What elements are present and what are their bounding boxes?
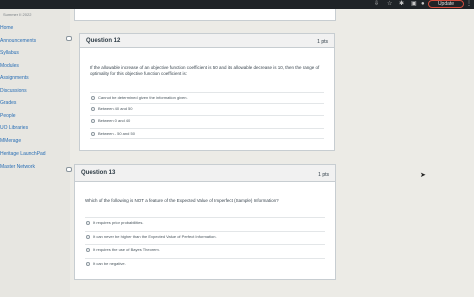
answer-label[interactable]: Between 40 and 50 xyxy=(98,106,132,111)
question-header: Question 12 1 pts xyxy=(80,34,334,48)
answer-option[interactable]: Cannot be determined given the informati… xyxy=(90,92,324,103)
question-points: 1 pts xyxy=(318,172,329,178)
question-card-13: Question 13 1 pts Which of the following… xyxy=(74,164,336,280)
nav-item-libraries[interactable]: UO Libraries xyxy=(0,125,28,131)
answer-option[interactable]: It can never be higher than the Expected… xyxy=(85,231,325,242)
answer-label[interactable]: Between - 50 and 50 xyxy=(98,131,135,136)
previous-question-card xyxy=(74,9,336,21)
radio-button[interactable] xyxy=(86,262,90,266)
answer-label[interactable]: Between 0 and 40 xyxy=(98,118,130,123)
star-icon[interactable]: ☆ xyxy=(387,1,392,8)
update-button[interactable]: Update xyxy=(428,0,464,8)
radio-button[interactable] xyxy=(91,119,95,123)
question-card-12: Question 12 1 pts If the allowable incre… xyxy=(79,33,335,151)
term-label: Summer II 2022 xyxy=(3,12,32,17)
course-nav: Summer II 2022 Home Announcements Syllab… xyxy=(0,9,70,297)
nav-item-launchpad[interactable]: Heritage LaunchPad xyxy=(0,151,46,157)
answer-label[interactable]: It requires prior probabilities. xyxy=(93,220,143,225)
nav-item-announcements[interactable]: Announcements xyxy=(0,38,36,44)
answer-label[interactable]: Cannot be determined given the informati… xyxy=(98,95,188,100)
question-text: Which of the following is NOT a feature … xyxy=(85,198,279,203)
flag-question-12-icon[interactable] xyxy=(66,36,72,41)
radio-button[interactable] xyxy=(86,221,90,225)
answer-option[interactable]: Between 40 and 50 xyxy=(90,103,324,114)
answer-option[interactable]: Between 0 and 40 xyxy=(90,115,324,126)
nav-item-modules[interactable]: Modules xyxy=(0,63,19,69)
radio-button[interactable] xyxy=(91,132,95,136)
profile-icon[interactable]: ● xyxy=(421,1,425,8)
sidebar-icon[interactable]: ▣ xyxy=(411,1,417,8)
answer-label[interactable]: It can never be higher than the Expected… xyxy=(93,234,217,239)
question-text: If the allowable increase of an objectiv… xyxy=(90,65,320,76)
answer-option[interactable]: Between - 50 and 50 xyxy=(90,128,324,139)
radio-button[interactable] xyxy=(91,96,95,100)
mouse-cursor-icon: ➤ xyxy=(420,172,426,179)
nav-item-mmerage[interactable]: MMerage xyxy=(0,138,21,144)
radio-button[interactable] xyxy=(86,235,90,239)
question-title: Question 13 xyxy=(81,170,116,176)
flag-question-13-icon[interactable] xyxy=(66,167,72,172)
nav-item-network[interactable]: Master Network xyxy=(0,164,35,170)
nav-item-syllabus[interactable]: Syllabus xyxy=(0,50,19,56)
answer-label[interactable]: It requires the use of Bayes Theorem. xyxy=(93,247,160,252)
radio-button[interactable] xyxy=(86,248,90,252)
answer-option[interactable]: It requires prior probabilities. xyxy=(85,217,325,228)
nav-item-assignments[interactable]: Assignments xyxy=(0,75,29,81)
extension-icon[interactable]: ✱ xyxy=(399,1,404,8)
nav-item-people[interactable]: People xyxy=(0,113,16,119)
browser-toolbar: ⇩ ☆ ✱ ▣ ● Update ⋮ xyxy=(0,0,474,9)
question-points: 1 pts xyxy=(317,39,328,45)
question-header: Question 13 1 pts xyxy=(75,165,335,182)
question-title: Question 12 xyxy=(86,38,121,44)
nav-item-grades[interactable]: Grades xyxy=(0,100,16,106)
radio-button[interactable] xyxy=(91,107,95,111)
more-icon[interactable]: ⋮ xyxy=(466,1,472,8)
nav-item-home[interactable]: Home xyxy=(0,25,13,31)
nav-item-discussions[interactable]: Discussions xyxy=(0,88,27,94)
answer-label[interactable]: It can be negative. xyxy=(93,261,126,266)
answer-option[interactable]: It can be negative. xyxy=(85,258,325,269)
download-icon[interactable]: ⇩ xyxy=(374,1,379,8)
answer-option[interactable]: It requires the use of Bayes Theorem. xyxy=(85,244,325,255)
